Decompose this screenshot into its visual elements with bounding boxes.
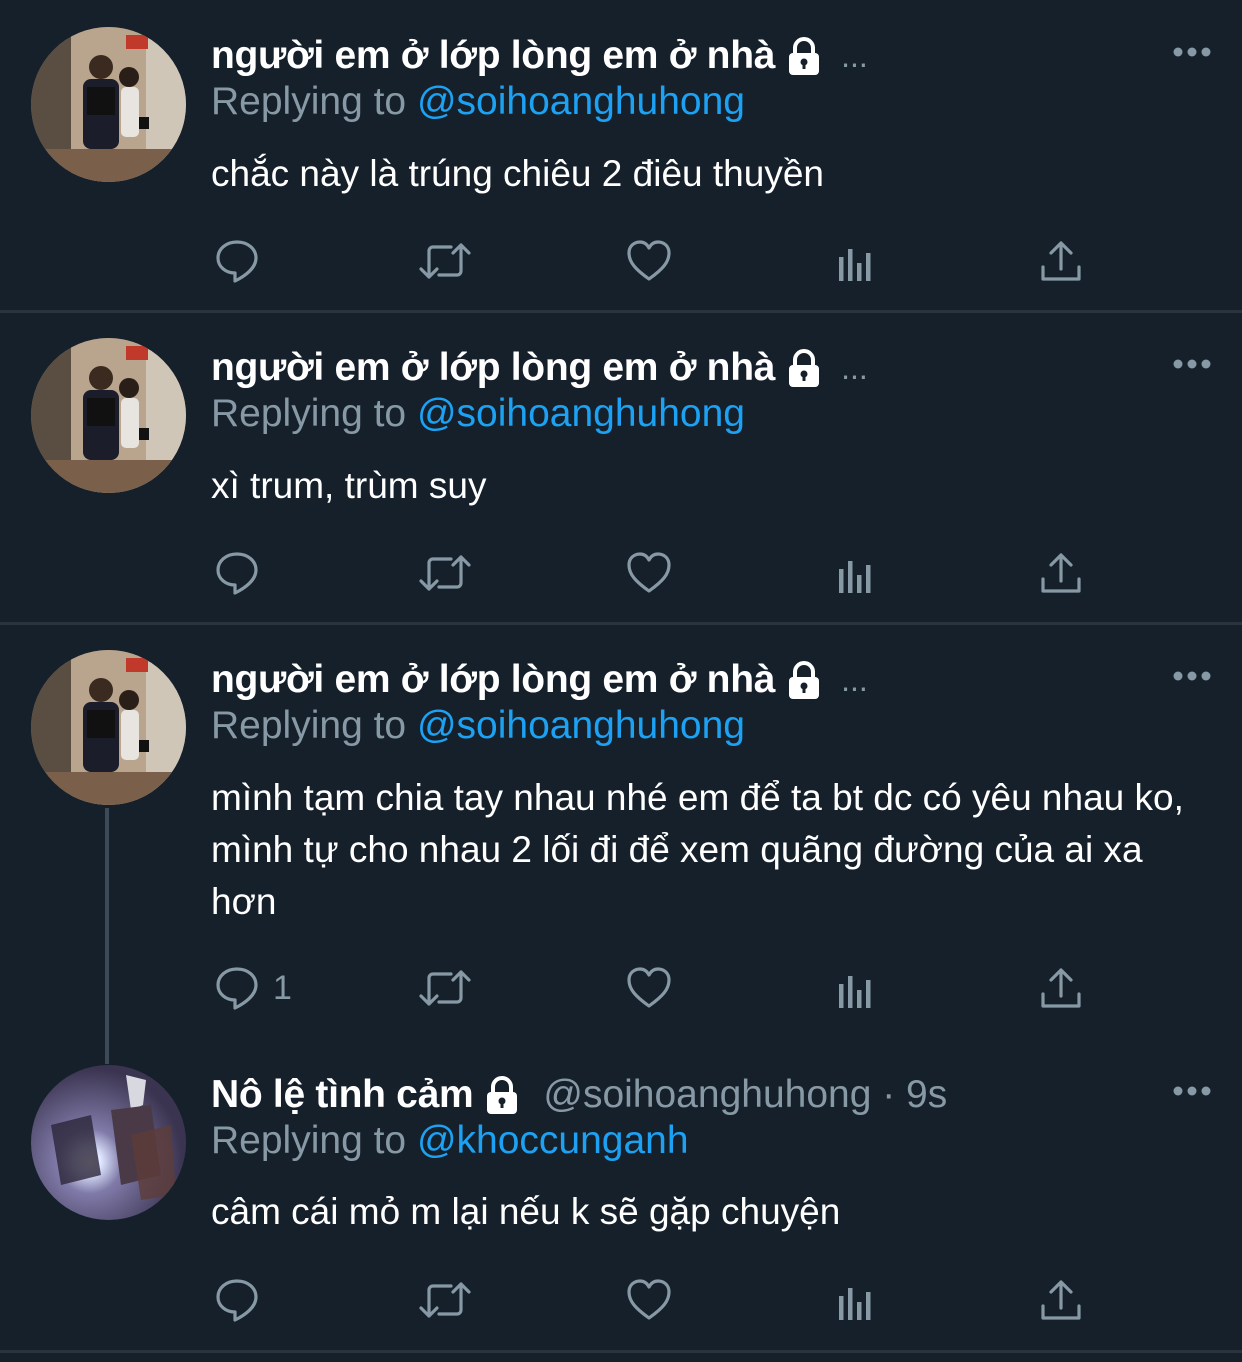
analytics-button[interactable] xyxy=(831,964,879,1012)
like-button[interactable] xyxy=(625,1276,673,1324)
retweet-button[interactable] xyxy=(417,1276,473,1324)
truncation-ellipsis: ... xyxy=(841,37,868,74)
truncation-ellipsis: ... xyxy=(841,349,868,386)
name-row: người em ở lớp lòng em ở nhà ... xyxy=(211,652,868,708)
share-icon xyxy=(1041,553,1081,593)
avatar[interactable] xyxy=(31,27,186,182)
replying-to: Replying to @khoccunganh xyxy=(211,1119,689,1169)
replying-prefix: Replying to xyxy=(211,80,417,123)
avatar[interactable] xyxy=(31,650,186,805)
retweet-icon xyxy=(419,970,471,1006)
lock-icon xyxy=(487,1076,518,1114)
replying-handle-link[interactable]: @soihoanghuhong xyxy=(417,392,745,435)
share-button[interactable] xyxy=(1037,237,1085,285)
avatar-photo xyxy=(31,27,186,182)
analytics-button[interactable] xyxy=(831,1276,879,1324)
retweet-button[interactable] xyxy=(417,237,473,285)
replying-to: Replying to @soihoanghuhong xyxy=(211,392,745,442)
analytics-icon xyxy=(839,561,871,593)
replying-prefix: Replying to xyxy=(211,392,417,435)
share-icon xyxy=(1041,968,1081,1008)
replying-handle-link[interactable]: @soihoanghuhong xyxy=(417,704,745,747)
tweet-text: xì trum, trùm suy xyxy=(211,465,487,506)
tweet-text: mình tạm chia tay nhau nhé em để ta bt d… xyxy=(211,777,1184,922)
lock-icon xyxy=(789,349,820,387)
more-icon[interactable] xyxy=(1172,357,1212,371)
reply-button[interactable] xyxy=(213,549,273,597)
reply-button[interactable] xyxy=(213,1276,273,1324)
tweet-text: câm cái mỏ m lại nếu k sẽ gặp chuyện xyxy=(211,1191,841,1232)
analytics-icon xyxy=(839,1288,871,1320)
tweet[interactable]: người em ở lớp lòng em ở nhà ... Replyin… xyxy=(0,313,1242,622)
like-button[interactable] xyxy=(625,237,673,285)
retweet-icon xyxy=(419,243,471,279)
lock-icon xyxy=(789,661,820,699)
lock-icon xyxy=(789,37,820,75)
replying-to: Replying to @soihoanghuhong xyxy=(211,704,745,754)
name-row: Nô lệ tình cảm @soihoanghuhong · 9s xyxy=(211,1067,947,1123)
more-icon[interactable] xyxy=(1172,669,1212,683)
action-bar xyxy=(211,549,1111,599)
reply-count: 1 xyxy=(273,968,292,1007)
replying-handle-link[interactable]: @khoccunganh xyxy=(417,1119,689,1162)
replying-handle-link[interactable]: @soihoanghuhong xyxy=(417,80,745,123)
replying-prefix: Replying to xyxy=(211,704,417,747)
reply-icon xyxy=(216,1279,258,1322)
like-icon xyxy=(627,240,671,281)
truncation-ellipsis: ... xyxy=(841,661,868,698)
name-row: người em ở lớp lòng em ở nhà ... xyxy=(211,28,868,84)
like-button[interactable] xyxy=(625,964,673,1012)
avatar-photo xyxy=(31,650,186,805)
like-icon xyxy=(627,1279,671,1320)
action-bar xyxy=(211,237,1111,287)
replying-prefix: Replying to xyxy=(211,1119,417,1162)
handle-and-timestamp[interactable]: @soihoanghuhong · 9s xyxy=(543,1073,947,1117)
retweet-icon xyxy=(419,1282,471,1318)
analytics-button[interactable] xyxy=(831,549,879,597)
reply-icon xyxy=(216,240,258,283)
display-name[interactable]: Nô lệ tình cảm xyxy=(211,1073,474,1117)
reply-button[interactable] xyxy=(213,237,273,285)
like-icon xyxy=(627,552,671,593)
tweet[interactable]: người em ở lớp lòng em ở nhà ... Replyin… xyxy=(0,625,1242,1035)
display-name[interactable]: người em ở lớp lòng em ở nhà xyxy=(211,658,775,702)
retweet-button[interactable] xyxy=(417,964,473,1012)
tweet-text: chắc này là trúng chiêu 2 điêu thuyền xyxy=(211,153,824,194)
retweet-button[interactable] xyxy=(417,549,473,597)
tweet[interactable]: Nô lệ tình cảm @soihoanghuhong · 9s Repl… xyxy=(0,1040,1242,1350)
share-button[interactable] xyxy=(1037,549,1085,597)
share-icon xyxy=(1041,241,1081,281)
avatar[interactable] xyxy=(31,338,186,493)
display-name[interactable]: người em ở lớp lòng em ở nhà xyxy=(211,34,775,78)
replying-to: Replying to @soihoanghuhong xyxy=(211,80,745,130)
share-button[interactable] xyxy=(1037,1276,1085,1324)
retweet-icon xyxy=(419,555,471,591)
avatar-photo xyxy=(31,1065,186,1220)
tweet[interactable]: người em ở lớp lòng em ở nhà ... Replyin… xyxy=(0,0,1242,310)
like-icon xyxy=(627,967,671,1008)
divider xyxy=(0,1350,1242,1353)
reply-button[interactable]: 1 xyxy=(213,964,292,1012)
more-icon[interactable] xyxy=(1172,45,1212,59)
share-button[interactable] xyxy=(1037,964,1085,1012)
share-icon xyxy=(1041,1280,1081,1320)
name-row: người em ở lớp lòng em ở nhà ... xyxy=(211,340,868,396)
action-bar: 1 xyxy=(211,964,1111,1014)
like-button[interactable] xyxy=(625,549,673,597)
analytics-button[interactable] xyxy=(831,237,879,285)
analytics-icon xyxy=(839,249,871,281)
avatar[interactable] xyxy=(31,1065,186,1220)
analytics-icon xyxy=(839,976,871,1008)
timeline: người em ở lớp lòng em ở nhà ... Replyin… xyxy=(0,0,1242,1362)
action-bar xyxy=(211,1276,1111,1326)
reply-icon xyxy=(216,552,258,595)
display-name[interactable]: người em ở lớp lòng em ở nhà xyxy=(211,346,775,390)
more-icon[interactable] xyxy=(1172,1084,1212,1098)
reply-icon xyxy=(216,967,258,1010)
avatar-photo xyxy=(31,338,186,493)
